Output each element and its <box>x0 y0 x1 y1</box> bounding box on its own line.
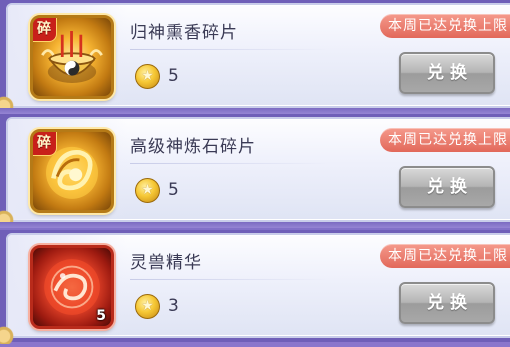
item-icon-frame[interactable]: 碎 <box>30 15 114 99</box>
weekly-limit-badge: 本周已达兑换上限 <box>380 14 510 38</box>
coin-icon: ★ <box>135 294 160 319</box>
shop-item-card: 碎 归神熏香碎片 ★ 5 本周已达兑换上限 兑换 <box>6 3 510 108</box>
shop-row-3: 5 灵兽精华 ★ 3 本周已达兑换上限 兑换 <box>0 230 510 344</box>
exchange-button[interactable]: 兑换 <box>399 282 495 324</box>
corner-ornament <box>0 318 22 344</box>
item-name: 归神熏香碎片 <box>130 23 238 43</box>
item-count: 5 <box>96 308 106 324</box>
exchange-button[interactable]: 兑换 <box>399 166 495 208</box>
divider <box>130 49 330 50</box>
item-price: 5 <box>168 180 179 200</box>
divider <box>130 163 330 164</box>
fragment-tag: 碎 <box>33 132 57 156</box>
weekly-limit-badge: 本周已达兑换上限 <box>380 128 510 152</box>
item-icon-frame[interactable]: 5 <box>30 245 114 329</box>
item-icon-frame[interactable]: 碎 <box>30 129 114 213</box>
item-name: 高级神炼石碎片 <box>130 137 256 157</box>
coin-icon: ★ <box>135 178 160 203</box>
divider <box>130 279 330 280</box>
item-price: 5 <box>168 66 179 86</box>
shop-item-card: 5 灵兽精华 ★ 3 本周已达兑换上限 兑换 <box>6 233 510 338</box>
item-name: 灵兽精华 <box>130 253 202 273</box>
fragment-tag: 碎 <box>33 18 57 42</box>
shop-item-card: 碎 高级神炼石碎片 ★ 5 本周已达兑换上限 兑换 <box>6 117 510 222</box>
shop-row-2: 碎 高级神炼石碎片 ★ 5 本周已达兑换上限 兑换 <box>0 114 510 228</box>
shop-row-1: 碎 归神熏香碎片 ★ 5 本周已达兑换上限 兑换 <box>0 0 510 114</box>
item-price: 3 <box>168 296 179 316</box>
coin-icon: ★ <box>135 64 160 89</box>
exchange-button[interactable]: 兑换 <box>399 52 495 94</box>
weekly-limit-badge: 本周已达兑换上限 <box>380 244 510 268</box>
row-separator <box>0 222 510 228</box>
